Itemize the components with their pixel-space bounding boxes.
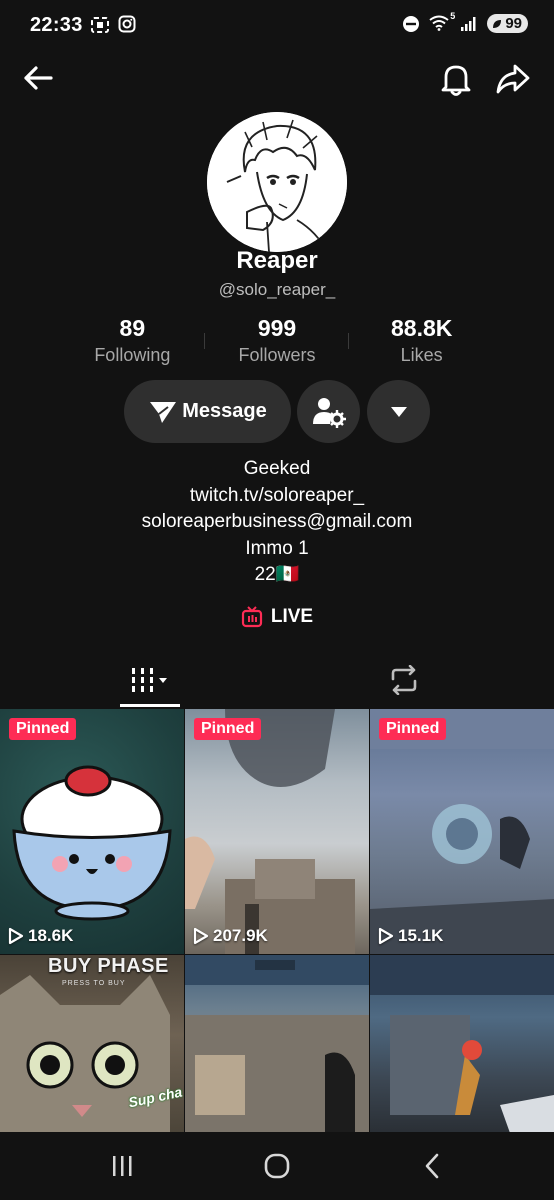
stat-likes-value: 88.8K: [390, 315, 453, 341]
stat-following[interactable]: 89 Following: [60, 313, 205, 373]
more-options-button[interactable]: [367, 380, 430, 443]
tab-active-indicator: [120, 704, 180, 707]
stat-likes-label: Likes: [400, 345, 443, 365]
stat-followers[interactable]: 999 Followers: [205, 313, 350, 373]
stat-following-value: 89: [119, 315, 146, 341]
status-left-icons: [90, 15, 136, 35]
status-right-icons: 5 99: [402, 11, 528, 33]
arrow-left-icon: [24, 66, 53, 90]
bio-link-twitch[interactable]: twitch.tv/soloreaper_: [0, 483, 554, 510]
grid-bars-icon: [132, 668, 167, 692]
stat-followers-label: Followers: [238, 345, 316, 365]
profile-screen: 22:33 5 99 Reaper @solo_reaper_ 89 Follo…: [0, 0, 554, 1200]
share-button[interactable]: [494, 60, 532, 98]
content-tabs: [0, 652, 554, 708]
wifi-band-label: 5: [450, 10, 456, 21]
game-scene-thumbnail: [185, 709, 355, 954]
view-count: 18.6K: [8, 926, 73, 946]
screen-record-icon: [91, 17, 109, 33]
video-tile[interactable]: Pinned 207.9K: [185, 709, 369, 954]
video-tile[interactable]: [185, 955, 369, 1133]
stat-likes[interactable]: 88.8K Likes: [349, 313, 494, 373]
battery-indicator: 99: [487, 14, 528, 33]
recent-apps-icon: [113, 1156, 132, 1176]
tab-reposts[interactable]: [380, 658, 428, 702]
status-bar: 22:33 5 99: [0, 0, 554, 52]
repost-icon: [391, 665, 417, 695]
stat-following-label: Following: [94, 345, 171, 365]
view-count-value: 207.9K: [213, 926, 268, 945]
caret-down-icon: [390, 406, 407, 417]
bio-line: 22🇲🇽: [254, 564, 300, 585]
video-grid: Pinned 18.6K Pinned 207.9K Pinned 15.1K …: [0, 709, 554, 1133]
play-icon: [8, 927, 24, 945]
bio-line: Immo 1: [245, 537, 309, 559]
game-scene-thumbnail: [370, 709, 554, 954]
home-icon: [264, 1153, 290, 1179]
wifi-icon: 5: [429, 11, 455, 33]
do-not-disturb-icon: [403, 15, 420, 32]
avatar-anime-sketch: [207, 112, 347, 252]
message-label: Message: [182, 400, 267, 422]
bio-email[interactable]: soloreaperbusiness@gmail.com: [0, 509, 554, 536]
message-button[interactable]: Message: [124, 380, 291, 443]
chevron-left-icon: [425, 1153, 439, 1179]
video-tile[interactable]: [370, 955, 554, 1133]
charging-leaf-icon: [493, 19, 502, 28]
video-tile[interactable]: BUY PHASE PRESS TO BUY Sup cha: [0, 955, 184, 1133]
status-time: 22:33: [30, 14, 83, 36]
person-gear-icon: [312, 397, 346, 428]
view-count: 207.9K: [193, 926, 268, 946]
view-count: 15.1K: [378, 926, 443, 946]
signal-icon: [461, 16, 476, 31]
pinned-badge: Pinned: [9, 718, 77, 740]
game-scene-thumbnail: [185, 955, 369, 1133]
buy-phase-text: BUY PHASE: [48, 955, 169, 977]
profile-handle: @solo_reaper_: [218, 280, 336, 299]
bio-line: Geeked: [243, 458, 311, 479]
live-button[interactable]: LIVE: [0, 606, 554, 628]
profile-name: Reaper: [236, 247, 318, 274]
friend-settings-button[interactable]: [297, 380, 360, 443]
video-tile[interactable]: Pinned 18.6K: [0, 709, 184, 954]
buy-phase-subtext: PRESS TO BUY: [62, 980, 126, 987]
pinned-badge: Pinned: [194, 718, 262, 740]
share-arrow-icon: [496, 64, 530, 94]
bell-icon: [441, 65, 471, 96]
play-icon: [193, 927, 209, 945]
view-count-value: 15.1K: [398, 926, 444, 945]
system-back-button[interactable]: [410, 1148, 454, 1184]
video-tile[interactable]: Pinned 15.1K: [370, 709, 554, 954]
notifications-button[interactable]: [438, 60, 474, 98]
game-scene-thumbnail: [370, 955, 554, 1133]
profile-avatar[interactable]: [207, 112, 347, 252]
live-label: LIVE: [270, 606, 314, 627]
system-navigation-bar: [0, 1132, 554, 1200]
rice-bowl-thumbnail: [12, 765, 172, 921]
profile-bio: Geeked twitch.tv/soloreaper_ soloreaperb…: [0, 456, 554, 589]
pinned-badge: Pinned: [379, 718, 447, 740]
play-icon: [378, 927, 394, 945]
profile-stats: 89 Following 999 Followers 88.8K Likes: [60, 313, 494, 373]
view-count-value: 18.6K: [28, 926, 74, 945]
instagram-icon: [118, 15, 136, 33]
tab-videos[interactable]: [120, 658, 180, 702]
recent-apps-button[interactable]: [100, 1148, 144, 1184]
send-icon: [150, 401, 177, 423]
stat-followers-value: 999: [257, 315, 297, 341]
tv-icon: [241, 606, 262, 628]
home-button[interactable]: [255, 1148, 299, 1184]
back-button[interactable]: [20, 60, 56, 96]
battery-level: 99: [505, 15, 522, 32]
